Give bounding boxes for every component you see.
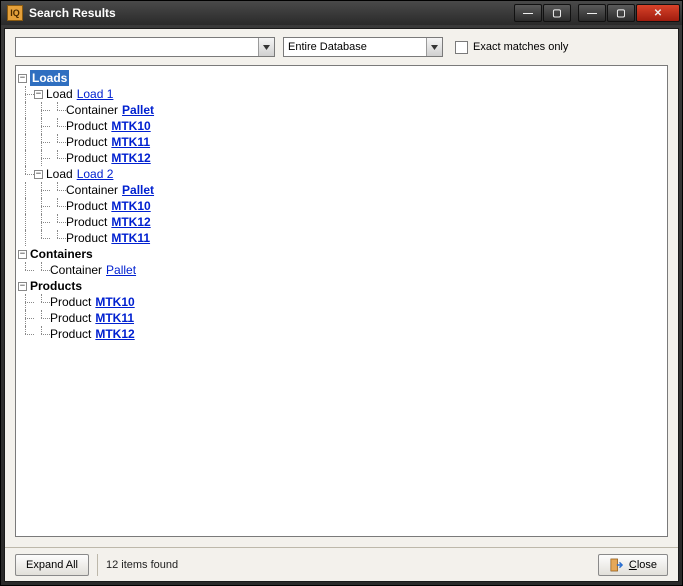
results-tree[interactable]: − Loads − Load Load 1 Container Pallet P…	[15, 65, 668, 537]
exact-matches-checkbox[interactable]	[455, 41, 468, 54]
product-link[interactable]: MTK11	[111, 230, 150, 246]
expander-icon[interactable]: −	[18, 282, 27, 291]
tree-item-prefix: Product	[66, 214, 107, 230]
tree-item-prefix: Product	[50, 326, 91, 342]
tree-leaf[interactable]: Product MTK11	[18, 230, 665, 246]
titlebar: IQ Search Results — ▢ — ▢ ✕	[1, 1, 682, 25]
tree-leaf[interactable]: Product MTK12	[18, 150, 665, 166]
load-link[interactable]: Load 2	[77, 166, 114, 182]
tree-item-prefix: Product	[66, 150, 107, 166]
maximize-button-1[interactable]: ▢	[543, 4, 571, 22]
app-icon: IQ	[7, 5, 23, 21]
search-toolbar: Entire Database Exact matches only	[5, 29, 678, 65]
tree-item-prefix: Product	[50, 310, 91, 326]
chevron-down-icon	[431, 45, 438, 50]
tree-leaf[interactable]: Product MTK11	[18, 134, 665, 150]
search-results-window: IQ Search Results — ▢ — ▢ ✕ Entire Datab…	[0, 0, 683, 586]
product-link[interactable]: MTK12	[95, 326, 134, 342]
tree-leaf[interactable]: Product MTK11	[18, 310, 665, 326]
tree-category-label: Containers	[30, 246, 93, 262]
expand-all-label: Expand All	[26, 559, 78, 571]
tree-leaf[interactable]: Container Pallet	[18, 182, 665, 198]
minimize-button-2[interactable]: —	[578, 4, 606, 22]
tree-leaf[interactable]: Product MTK10	[18, 294, 665, 310]
expand-all-button[interactable]: Expand All	[15, 554, 89, 576]
tree-item-prefix: Container	[66, 102, 118, 118]
bottom-bar: Expand All 12 items found Close	[5, 547, 678, 581]
search-term-combo[interactable]	[15, 37, 275, 57]
product-link[interactable]: MTK10	[95, 294, 134, 310]
tree-item-prefix: Container	[66, 182, 118, 198]
container-link[interactable]: Pallet	[106, 262, 136, 278]
expander-icon[interactable]: −	[18, 250, 27, 259]
scope-value: Entire Database	[284, 38, 426, 56]
tree-leaf[interactable]: Product MTK12	[18, 214, 665, 230]
exact-matches-option[interactable]: Exact matches only	[455, 41, 568, 54]
tree-item-prefix: Load	[46, 86, 73, 102]
status-text: 12 items found	[97, 554, 178, 576]
product-link[interactable]: MTK12	[111, 214, 150, 230]
tree-item-prefix: Product	[66, 118, 107, 134]
window-controls: — ▢ — ▢ ✕	[513, 4, 680, 22]
product-link[interactable]: MTK11	[95, 310, 134, 326]
scope-combo[interactable]: Entire Database	[283, 37, 443, 57]
chevron-down-icon	[263, 45, 270, 50]
maximize-button-2[interactable]: ▢	[607, 4, 635, 22]
expander-icon[interactable]: −	[34, 90, 43, 99]
tree-leaf[interactable]: Container Pallet	[18, 102, 665, 118]
close-window-button[interactable]: ✕	[636, 4, 680, 22]
product-link[interactable]: MTK10	[111, 118, 150, 134]
tree-category-containers[interactable]: − Containers	[18, 246, 665, 262]
tree-category-label: Products	[30, 278, 82, 294]
container-link[interactable]: Pallet	[122, 102, 154, 118]
expander-icon[interactable]: −	[34, 170, 43, 179]
close-label: Close	[629, 559, 657, 571]
load-link[interactable]: Load 1	[77, 86, 114, 102]
tree-leaf[interactable]: Container Pallet	[18, 262, 665, 278]
product-link[interactable]: MTK12	[111, 150, 150, 166]
tree-category-label: Loads	[30, 70, 69, 86]
tree-item-prefix: Product	[66, 198, 107, 214]
tree-leaf[interactable]: Product MTK10	[18, 118, 665, 134]
tree-item-prefix: Load	[46, 166, 73, 182]
tree-load-node[interactable]: − Load Load 2	[18, 166, 665, 182]
tree-category-loads[interactable]: − Loads	[18, 70, 665, 86]
product-link[interactable]: MTK10	[111, 198, 150, 214]
tree-load-node[interactable]: − Load Load 1	[18, 86, 665, 102]
window-title: Search Results	[29, 6, 513, 20]
tree-item-prefix: Product	[50, 294, 91, 310]
product-link[interactable]: MTK11	[111, 134, 150, 150]
close-button[interactable]: Close	[598, 554, 668, 576]
exact-matches-label: Exact matches only	[473, 41, 568, 53]
door-exit-icon	[609, 558, 623, 572]
tree-item-prefix: Product	[66, 134, 107, 150]
tree-leaf[interactable]: Product MTK12	[18, 326, 665, 342]
tree-category-products[interactable]: − Products	[18, 278, 665, 294]
search-term-value[interactable]	[16, 38, 258, 56]
tree-leaf[interactable]: Product MTK10	[18, 198, 665, 214]
search-term-dropdown-button[interactable]	[258, 38, 274, 56]
tree-item-prefix: Container	[50, 262, 102, 278]
container-link[interactable]: Pallet	[122, 182, 154, 198]
expander-icon[interactable]: −	[18, 74, 27, 83]
tree-item-prefix: Product	[66, 230, 107, 246]
scope-dropdown-button[interactable]	[426, 38, 442, 56]
minimize-button-1[interactable]: —	[514, 4, 542, 22]
content-frame: Entire Database Exact matches only − Loa…	[4, 28, 679, 582]
